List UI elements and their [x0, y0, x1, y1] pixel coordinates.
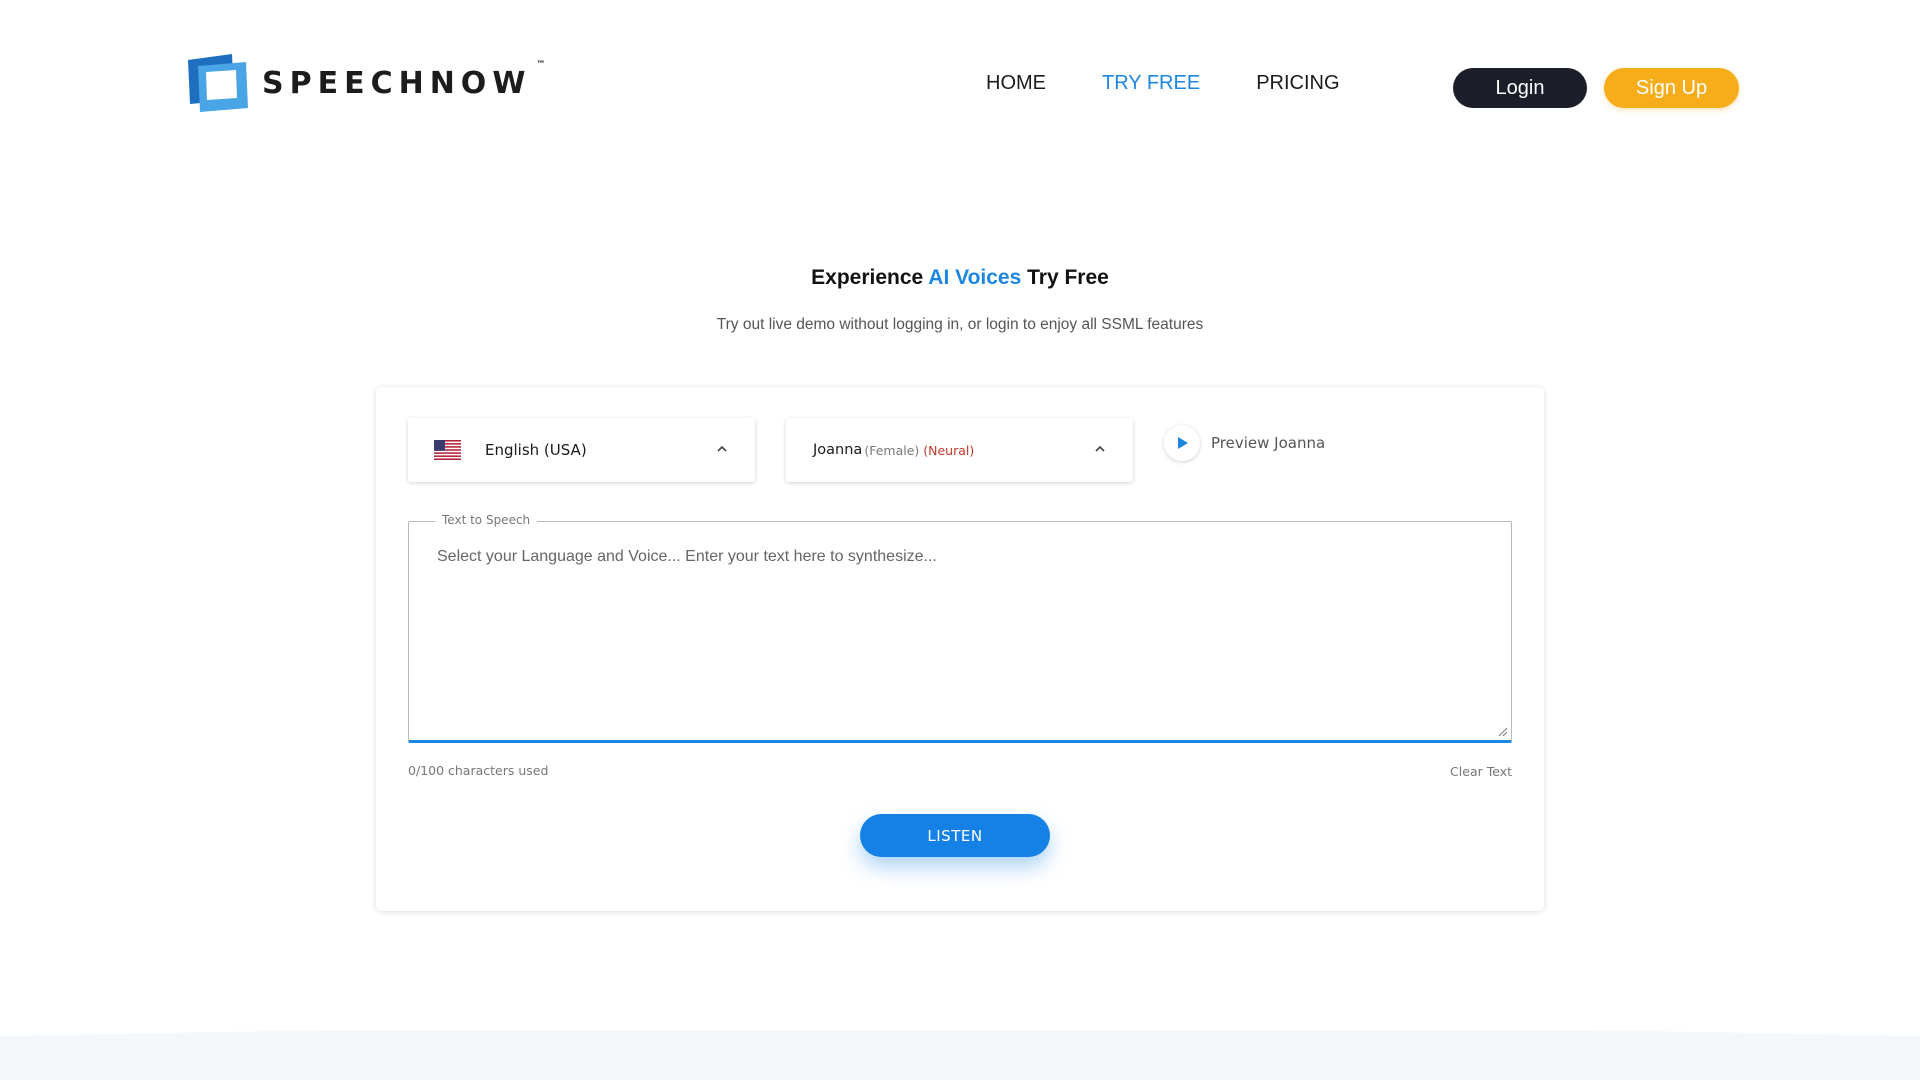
text-field-label: Text to Speech: [435, 513, 538, 527]
preview-voice-button[interactable]: Preview Joanna: [1164, 425, 1325, 461]
language-label: English (USA): [485, 441, 587, 459]
main-nav: HOME TRY FREE PRICING: [986, 72, 1340, 95]
nav-try-free-link[interactable]: TRY FREE: [1102, 72, 1200, 95]
chevron-up-icon: [1095, 445, 1105, 452]
footer-wave-decoration: [0, 1030, 1920, 1080]
title-accent: AI Voices: [928, 266, 1022, 289]
chevron-up-icon: [717, 445, 727, 452]
voice-name: Joanna: [813, 442, 863, 458]
voice-select[interactable]: Joanna (Female) (Neural): [786, 418, 1133, 482]
listen-button[interactable]: LISTEN: [860, 814, 1050, 857]
title-suffix: Try Free: [1021, 266, 1109, 289]
tts-demo-card: English (USA) Joanna (Female) (Neural) P…: [376, 387, 1544, 911]
login-button[interactable]: Login: [1453, 68, 1587, 108]
page-title: Experience AI Voices Try Free: [0, 266, 1920, 290]
text-input-field: Text to Speech: [408, 513, 1512, 743]
nav-home-link[interactable]: HOME: [986, 72, 1046, 95]
clear-text-link[interactable]: Clear Text: [1450, 764, 1512, 779]
title-prefix: Experience: [811, 266, 929, 289]
page-subtitle: Try out live demo without logging in, or…: [716, 316, 1204, 333]
resize-handle-icon[interactable]: [1498, 727, 1508, 737]
play-button[interactable]: [1164, 425, 1200, 461]
signup-button[interactable]: Sign Up: [1604, 68, 1739, 108]
logo-icon: [188, 54, 248, 112]
brand-name: SPEECHNOW ™: [262, 59, 546, 101]
site-header: SPEECHNOW ™ HOME TRY FREE PRICING Login S…: [0, 0, 1920, 170]
language-select[interactable]: English (USA): [408, 418, 755, 482]
nav-pricing-link[interactable]: PRICING: [1256, 72, 1339, 95]
voice-gender: (Female): [864, 442, 920, 458]
brand-logo[interactable]: SPEECHNOW ™: [184, 52, 546, 114]
voice-engine-tag: (Neural): [923, 442, 975, 458]
play-icon: [1178, 437, 1188, 449]
text-to-speech-input[interactable]: [437, 548, 1477, 698]
preview-label: Preview Joanna: [1211, 434, 1326, 452]
character-counter: 0/100 characters used: [408, 763, 549, 778]
trademark-mark: ™: [536, 59, 546, 70]
us-flag-icon: [434, 440, 461, 460]
